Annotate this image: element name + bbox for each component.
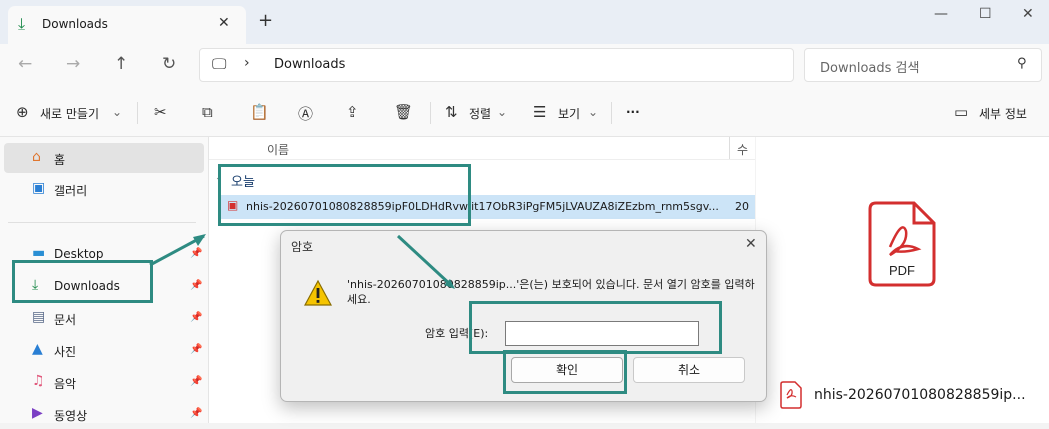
annotation-arrows: [149, 234, 455, 289]
